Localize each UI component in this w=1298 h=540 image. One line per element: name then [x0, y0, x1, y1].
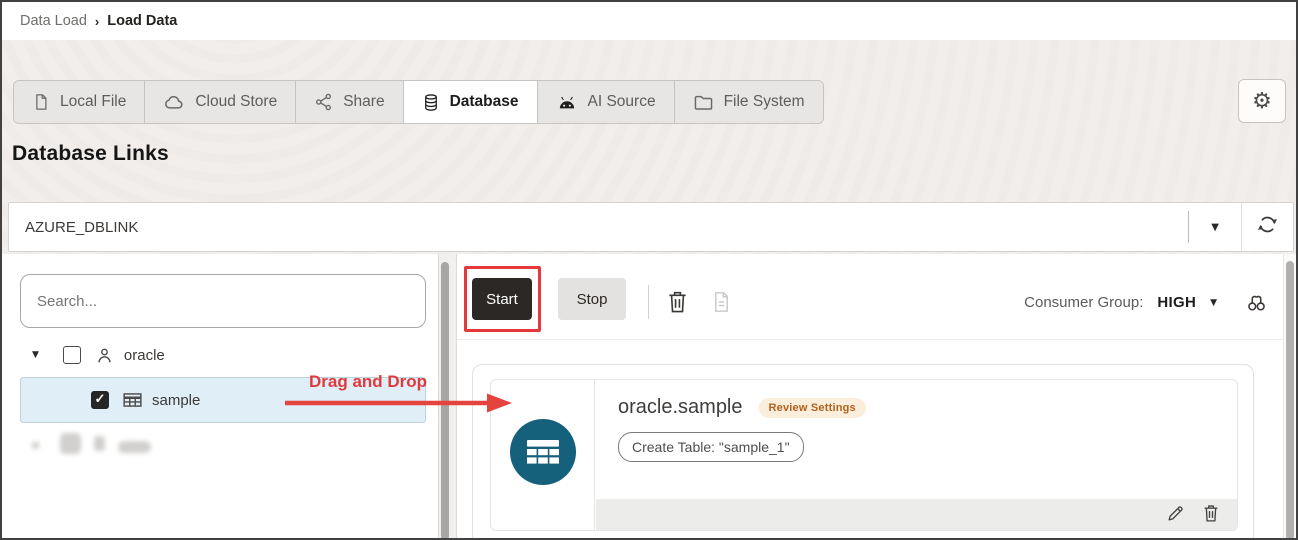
tab-label: Cloud Store [195, 93, 278, 110]
gear-icon: ⚙ [1252, 88, 1272, 114]
start-button[interactable]: Start [472, 278, 532, 320]
create-table-chip: Create Table: "sample_1" [618, 432, 804, 462]
job-icon-cell [491, 380, 595, 530]
drag-and-drop-annotation: Drag and Drop [309, 372, 428, 391]
review-settings-badge[interactable]: Review Settings [758, 397, 866, 418]
redacted-icon [94, 436, 105, 451]
tree-node-schema[interactable]: ▼ oracle [20, 340, 426, 370]
log-file-button[interactable] [709, 290, 733, 316]
load-job-card: oracle.sample Review Settings Create Tab… [472, 364, 1254, 538]
consumer-group-value[interactable]: HIGH [1157, 294, 1196, 311]
job-title: oracle.sample [618, 396, 743, 418]
tab-database[interactable]: Database [402, 81, 537, 123]
tab-label: Local File [60, 93, 127, 110]
redacted-label [118, 441, 151, 453]
file-icon [32, 92, 50, 112]
dblink-select[interactable]: AZURE_DBLINK ▼ [8, 202, 1294, 252]
chevron-down-icon[interactable]: ▼ [1189, 222, 1241, 233]
tab-local-file[interactable]: Local File [14, 81, 145, 123]
app-window: Data Load › Load Data Local File Cloud S… [0, 0, 1298, 540]
redacted-checkbox [60, 433, 81, 454]
database-icon [422, 92, 440, 113]
trash-icon [666, 289, 689, 317]
table-icon [123, 392, 142, 408]
table-badge-icon [509, 419, 576, 485]
delete-job-button[interactable] [1201, 505, 1221, 525]
tab-label: File System [723, 93, 805, 110]
breadcrumb-separator-icon: › [94, 13, 100, 29]
tab-share[interactable]: Share [295, 81, 403, 123]
tab-ai-source[interactable]: AI Source [536, 81, 674, 123]
trash-icon [1202, 503, 1220, 526]
share-icon [314, 92, 333, 112]
table-name: sample [152, 391, 201, 409]
cloud-icon [163, 93, 185, 111]
left-scrollbar-thumb[interactable] [441, 262, 449, 538]
refresh-button[interactable] [1241, 203, 1293, 251]
delete-button[interactable] [664, 289, 690, 317]
search-input[interactable] [20, 274, 426, 328]
tree-expand-caret-icon[interactable]: ▼ [32, 350, 39, 360]
chevron-down-icon[interactable]: ▼ [1210, 298, 1217, 308]
tab-label: Database [449, 93, 519, 110]
user-icon [95, 346, 114, 365]
table-checkbox[interactable] [91, 391, 109, 409]
folder-icon [693, 93, 714, 111]
schema-name: oracle [123, 346, 165, 364]
job-footer [596, 499, 1237, 530]
android-robot-icon [556, 94, 578, 110]
right-scrollbar-thumb[interactable] [1286, 261, 1294, 538]
breadcrumb-data-load[interactable]: Data Load [20, 13, 87, 29]
breadcrumb: Data Load › Load Data [2, 2, 1296, 40]
refresh-icon [1256, 213, 1279, 241]
breadcrumb-load-data: Load Data [107, 13, 178, 29]
edit-button[interactable] [1165, 505, 1185, 525]
binoculars-icon[interactable] [1245, 292, 1268, 313]
page-title: Database Links [12, 142, 169, 165]
redacted-caret [32, 442, 39, 449]
pencil-icon [1166, 504, 1185, 526]
toolbar-divider [648, 285, 649, 319]
tab-label: Share [343, 93, 385, 110]
tab-file-system[interactable]: File System [673, 81, 823, 123]
source-tab-bar: Local File Cloud Store Share Database AI… [13, 80, 824, 124]
tab-cloud-store[interactable]: Cloud Store [144, 81, 296, 123]
tab-label: AI Source [587, 93, 656, 110]
stop-button[interactable]: Stop [558, 278, 626, 320]
settings-button[interactable]: ⚙ [1238, 79, 1286, 123]
consumer-group-label: Consumer Group: [1024, 294, 1144, 311]
load-job-item[interactable]: oracle.sample Review Settings Create Tab… [490, 379, 1238, 531]
document-icon [711, 290, 732, 317]
consumer-group-control: Consumer Group: HIGH ▼ [1024, 292, 1268, 313]
dblink-selected-value: AZURE_DBLINK [25, 218, 139, 236]
schema-checkbox[interactable] [62, 346, 81, 364]
toolbar-separator [457, 339, 1283, 340]
